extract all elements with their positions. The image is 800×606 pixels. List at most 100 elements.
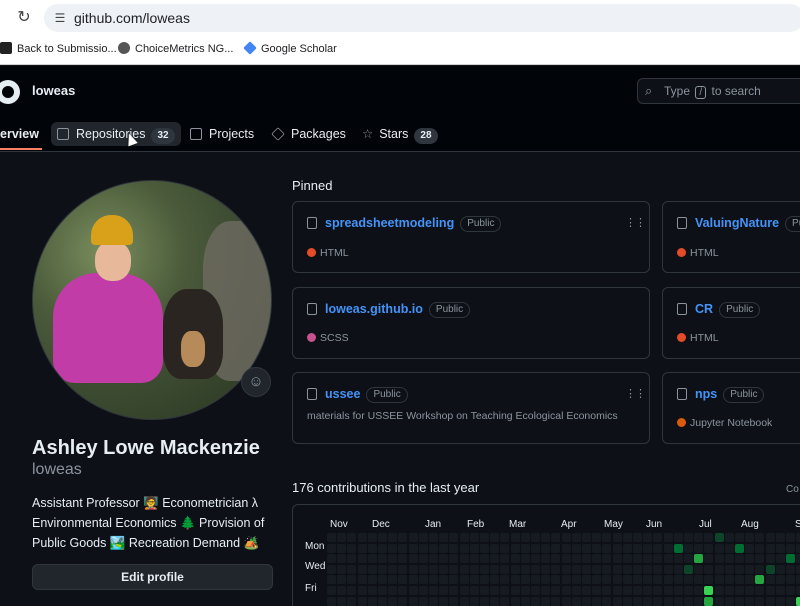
- contribution-cell[interactable]: [378, 575, 387, 585]
- contribution-cell[interactable]: [643, 564, 653, 574]
- contribution-cell[interactable]: [622, 554, 632, 564]
- contribution-cell[interactable]: [510, 586, 520, 595]
- contribution-cell[interactable]: [592, 586, 602, 595]
- repo-link[interactable]: loweas.github.io Public: [325, 302, 471, 318]
- contribution-cell[interactable]: [449, 543, 459, 553]
- contribution-cell[interactable]: [592, 564, 602, 574]
- contribution-cell[interactable]: [327, 575, 336, 585]
- contribution-cell[interactable]: [357, 543, 367, 553]
- contribution-cell[interactable]: [327, 564, 336, 574]
- contribution-cell[interactable]: [663, 575, 673, 585]
- contribution-cell[interactable]: [561, 564, 571, 574]
- contribution-cell[interactable]: [745, 533, 755, 542]
- contribution-cell[interactable]: [582, 533, 591, 542]
- contribution-cell[interactable]: [673, 554, 683, 564]
- contribution-cell[interactable]: [684, 554, 693, 564]
- contribution-cell[interactable]: [592, 543, 602, 553]
- contribution-cell[interactable]: [408, 533, 418, 542]
- contribution-cell[interactable]: [551, 564, 561, 574]
- contribution-cell[interactable]: [418, 554, 428, 564]
- contribution-cell[interactable]: [724, 543, 734, 553]
- contribution-cell[interactable]: [367, 543, 377, 553]
- contribution-cell[interactable]: [643, 554, 653, 564]
- contribution-cell[interactable]: [684, 564, 693, 574]
- contribution-cell[interactable]: [480, 586, 489, 595]
- contribution-cell[interactable]: [653, 533, 663, 542]
- contribution-cell[interactable]: [673, 543, 683, 553]
- contribution-cell[interactable]: [745, 586, 755, 595]
- contribution-cell[interactable]: [571, 596, 581, 606]
- contribution-cell[interactable]: [704, 596, 714, 606]
- contribution-cell[interactable]: [520, 533, 530, 542]
- contribution-cell[interactable]: [551, 533, 561, 542]
- contribution-cell[interactable]: [490, 586, 500, 595]
- contribution-cell[interactable]: [357, 554, 367, 564]
- contribution-cell[interactable]: [367, 575, 377, 585]
- contribution-cell[interactable]: [714, 533, 724, 542]
- contribution-cell[interactable]: [643, 543, 653, 553]
- contribution-cell[interactable]: [520, 575, 530, 585]
- contribution-cell[interactable]: [775, 554, 785, 564]
- contribution-cell[interactable]: [449, 554, 459, 564]
- contribution-cell[interactable]: [480, 554, 489, 564]
- contribution-cell[interactable]: [398, 564, 408, 574]
- contribution-cell[interactable]: [357, 575, 367, 585]
- repo-link[interactable]: ValuingNaturePubl: [695, 216, 800, 232]
- tab-repositories[interactable]: Repositories 32: [51, 122, 181, 146]
- contribution-cell[interactable]: [500, 596, 510, 606]
- contribution-cell[interactable]: [378, 586, 387, 595]
- contribution-cell[interactable]: [673, 586, 683, 595]
- contribution-cell[interactable]: [571, 543, 581, 553]
- contribution-cell[interactable]: [439, 533, 449, 542]
- contribution-cell[interactable]: [541, 586, 551, 595]
- contribution-cell[interactable]: [500, 575, 510, 585]
- contribution-cell[interactable]: [633, 554, 642, 564]
- contribution-cell[interactable]: [735, 533, 744, 542]
- contribution-cell[interactable]: [439, 554, 449, 564]
- contribution-cell[interactable]: [735, 543, 744, 553]
- contribution-cell[interactable]: [724, 575, 734, 585]
- bookmark-back-to-submission[interactable]: Back to Submissio...: [0, 40, 117, 58]
- contribution-cell[interactable]: [469, 554, 479, 564]
- contribution-cell[interactable]: [602, 586, 612, 595]
- contribution-cell[interactable]: [694, 564, 704, 574]
- contribution-cell[interactable]: [694, 596, 704, 606]
- contribution-cell[interactable]: [388, 554, 398, 564]
- contribution-cell[interactable]: [520, 564, 530, 574]
- contribution-cell[interactable]: [378, 564, 387, 574]
- contribution-cell[interactable]: [429, 564, 438, 574]
- contribution-cell[interactable]: [418, 596, 428, 606]
- contribution-cell[interactable]: [429, 554, 438, 564]
- contribution-cell[interactable]: [520, 596, 530, 606]
- contribution-cell[interactable]: [796, 554, 800, 564]
- contribution-cell[interactable]: [561, 586, 571, 595]
- contribution-cell[interactable]: [388, 586, 398, 595]
- contribution-cell[interactable]: [327, 554, 336, 564]
- contribution-cell[interactable]: [704, 554, 714, 564]
- contribution-cell[interactable]: [714, 575, 724, 585]
- contribution-cell[interactable]: [765, 543, 775, 553]
- contribution-cell[interactable]: [724, 586, 734, 595]
- contribution-cell[interactable]: [796, 596, 800, 606]
- contribution-cell[interactable]: [500, 554, 510, 564]
- contribution-cell[interactable]: [449, 596, 459, 606]
- contribution-cell[interactable]: [684, 533, 693, 542]
- contribution-cell[interactable]: [643, 596, 653, 606]
- site-info-icon[interactable]: ☰: [52, 10, 68, 26]
- contribution-cell[interactable]: [490, 596, 500, 606]
- contribution-cell[interactable]: [408, 543, 418, 553]
- tab-packages[interactable]: Packages: [271, 122, 346, 146]
- contribution-cell[interactable]: [439, 586, 449, 595]
- contribution-cell[interactable]: [633, 564, 642, 574]
- contribution-cell[interactable]: [541, 554, 551, 564]
- contribution-cell[interactable]: [520, 543, 530, 553]
- contribution-cell[interactable]: [429, 543, 438, 553]
- contribution-cell[interactable]: [704, 533, 714, 542]
- contribution-cell[interactable]: [469, 586, 479, 595]
- contribution-cell[interactable]: [561, 533, 571, 542]
- contribution-cell[interactable]: [510, 533, 520, 542]
- contribution-cell[interactable]: [367, 564, 377, 574]
- contribution-cell[interactable]: [786, 596, 795, 606]
- contribution-cell[interactable]: [510, 596, 520, 606]
- contribution-cell[interactable]: [633, 596, 642, 606]
